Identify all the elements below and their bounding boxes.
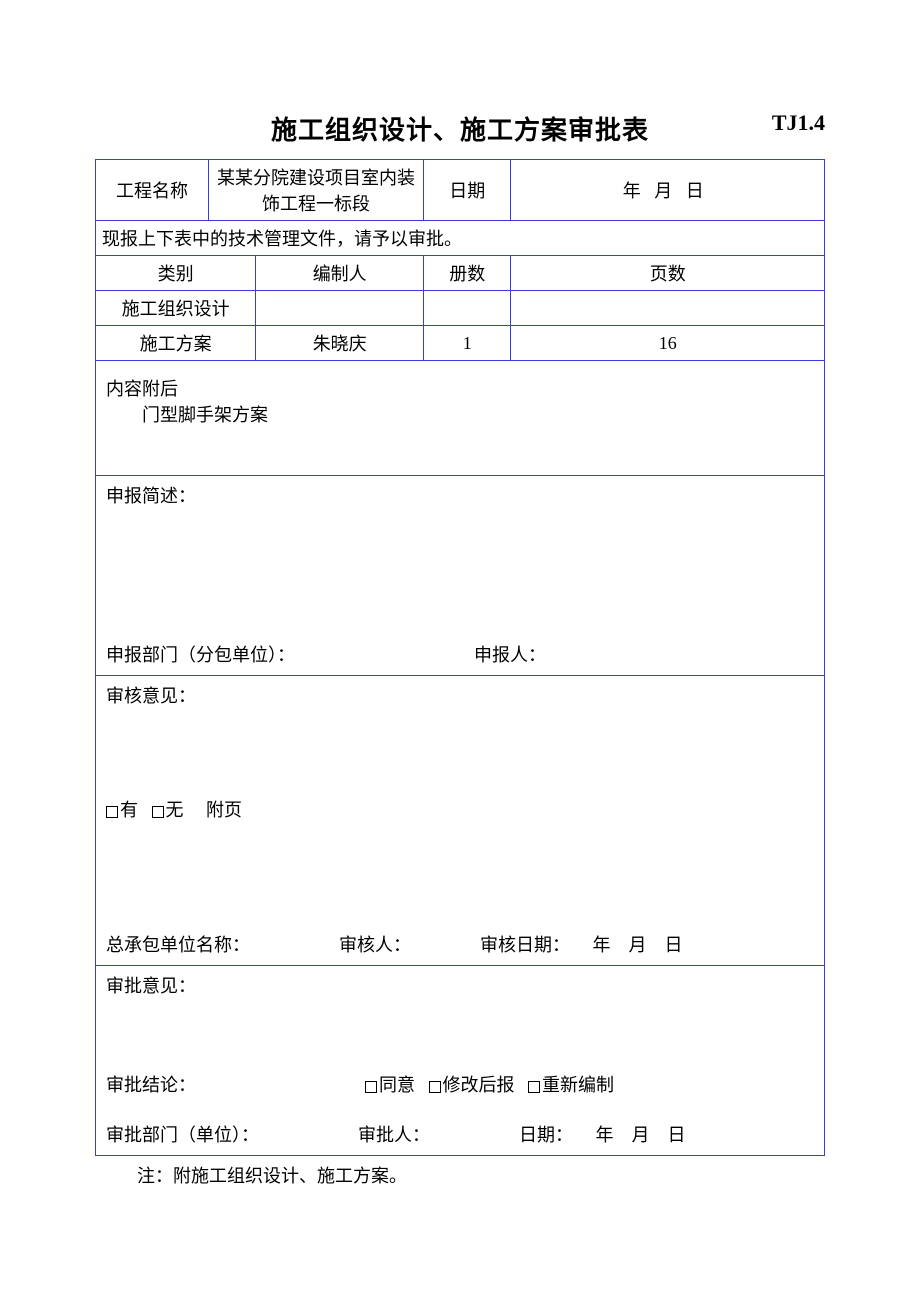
brief-row: 申报简述： 申报部门（分包单位）： 申报人：	[96, 476, 825, 676]
checkbox-icon	[528, 1081, 540, 1093]
brief-label: 申报简述：	[106, 482, 196, 508]
approve-month: 月	[632, 1125, 650, 1145]
r1-pages	[511, 291, 825, 326]
review-label: 审核意见：	[106, 682, 196, 708]
r2-volumes: 1	[424, 326, 511, 361]
review-footer: 总承包单位名称： 审核人： 审核日期： 年 月 日	[106, 931, 814, 957]
review-checkboxes: 有 无 附页	[106, 796, 242, 822]
form-title: 施工组织设计、施工方案审批表	[271, 110, 649, 147]
checkbox-icon	[152, 806, 164, 818]
revise-label: 修改后报	[443, 1075, 515, 1095]
form-header: 施工组织设计、施工方案审批表 TJ1.4	[95, 110, 825, 147]
form-code: TJ1.4	[772, 110, 825, 136]
approve-footer: 审批部门（单位）： 审批人： 日期： 年 月 日	[106, 1121, 814, 1147]
conclusion-label: 审批结论：	[106, 1075, 196, 1095]
r2-category: 施工方案	[96, 326, 256, 361]
review-row: 审核意见： 有 无 附页 总承包单位名称： 审核人： 审核日期： 年 月 日	[96, 676, 825, 966]
checkbox-icon	[365, 1081, 377, 1093]
r1-author	[256, 291, 424, 326]
attachment-cell: 内容附后 门型脚手架方案	[96, 361, 825, 476]
date-label: 日期	[424, 160, 511, 221]
review-month: 月	[629, 935, 647, 955]
subheader-row: 类别 编制人 册数 页数	[96, 256, 825, 291]
checkbox-icon	[106, 806, 118, 818]
month-unit: 月	[654, 181, 672, 201]
th-category: 类别	[96, 256, 256, 291]
attach-content: 门型脚手架方案	[106, 401, 814, 427]
project-row: 工程名称 某某分院建设项目室内装饰工程一标段 日期 年 月 日	[96, 160, 825, 221]
th-pages: 页数	[511, 256, 825, 291]
approve-dept-label: 审批部门（单位）：	[106, 1125, 259, 1145]
approve-year: 年	[596, 1125, 614, 1145]
day-unit: 日	[686, 181, 704, 201]
approval-table: 工程名称 某某分院建设项目室内装饰工程一标段 日期 年 月 日 现报上下表中的技…	[95, 159, 825, 1156]
footnote: 注：附施工组织设计、施工方案。	[95, 1162, 825, 1188]
none-label: 无	[166, 800, 184, 820]
th-author: 编制人	[256, 256, 424, 291]
review-day: 日	[665, 935, 683, 955]
brief-dept-label: 申报部门（分包单位）：	[106, 645, 295, 665]
date-value: 年 月 日	[511, 160, 825, 221]
attach-label: 附页	[206, 800, 242, 820]
project-value: 某某分院建设项目室内装饰工程一标段	[208, 160, 423, 221]
table-row: 施工组织设计	[96, 291, 825, 326]
intro-row: 现报上下表中的技术管理文件，请予以审批。	[96, 221, 825, 256]
table-row: 施工方案 朱晓庆 1 16	[96, 326, 825, 361]
r1-volumes	[424, 291, 511, 326]
review-unit-label: 总承包单位名称：	[106, 935, 250, 955]
review-date-label: 审核日期：	[480, 935, 570, 955]
brief-cell: 申报简述： 申报部门（分包单位）： 申报人：	[96, 476, 825, 676]
reviewer-label: 审核人：	[339, 935, 411, 955]
approve-label: 审批意见：	[106, 972, 196, 998]
brief-footer: 申报部门（分包单位）： 申报人：	[106, 641, 814, 667]
approve-day: 日	[668, 1125, 686, 1145]
intro-text: 现报上下表中的技术管理文件，请予以审批。	[96, 221, 825, 256]
approve-row: 审批意见： 审批结论： 同意 修改后报 重新编制 审批部门（单位）： 审批人： …	[96, 966, 825, 1156]
year-unit: 年	[623, 181, 641, 201]
attachment-row: 内容附后 门型脚手架方案	[96, 361, 825, 476]
brief-person-label: 申报人：	[474, 645, 546, 665]
agree-label: 同意	[379, 1075, 415, 1095]
r2-author: 朱晓庆	[256, 326, 424, 361]
attach-label: 内容附后	[106, 375, 814, 401]
approver-label: 审批人：	[358, 1125, 430, 1145]
review-year: 年	[593, 935, 611, 955]
approve-cell: 审批意见： 审批结论： 同意 修改后报 重新编制 审批部门（单位）： 审批人： …	[96, 966, 825, 1156]
redo-label: 重新编制	[542, 1075, 614, 1095]
checkbox-icon	[429, 1081, 441, 1093]
approve-date-label: 日期：	[519, 1125, 573, 1145]
th-volumes: 册数	[424, 256, 511, 291]
project-label: 工程名称	[96, 160, 209, 221]
approve-conclusion: 审批结论： 同意 修改后报 重新编制	[106, 1071, 814, 1097]
review-cell: 审核意见： 有 无 附页 总承包单位名称： 审核人： 审核日期： 年 月 日	[96, 676, 825, 966]
r2-pages: 16	[511, 326, 825, 361]
r1-category: 施工组织设计	[96, 291, 256, 326]
has-label: 有	[120, 800, 138, 820]
